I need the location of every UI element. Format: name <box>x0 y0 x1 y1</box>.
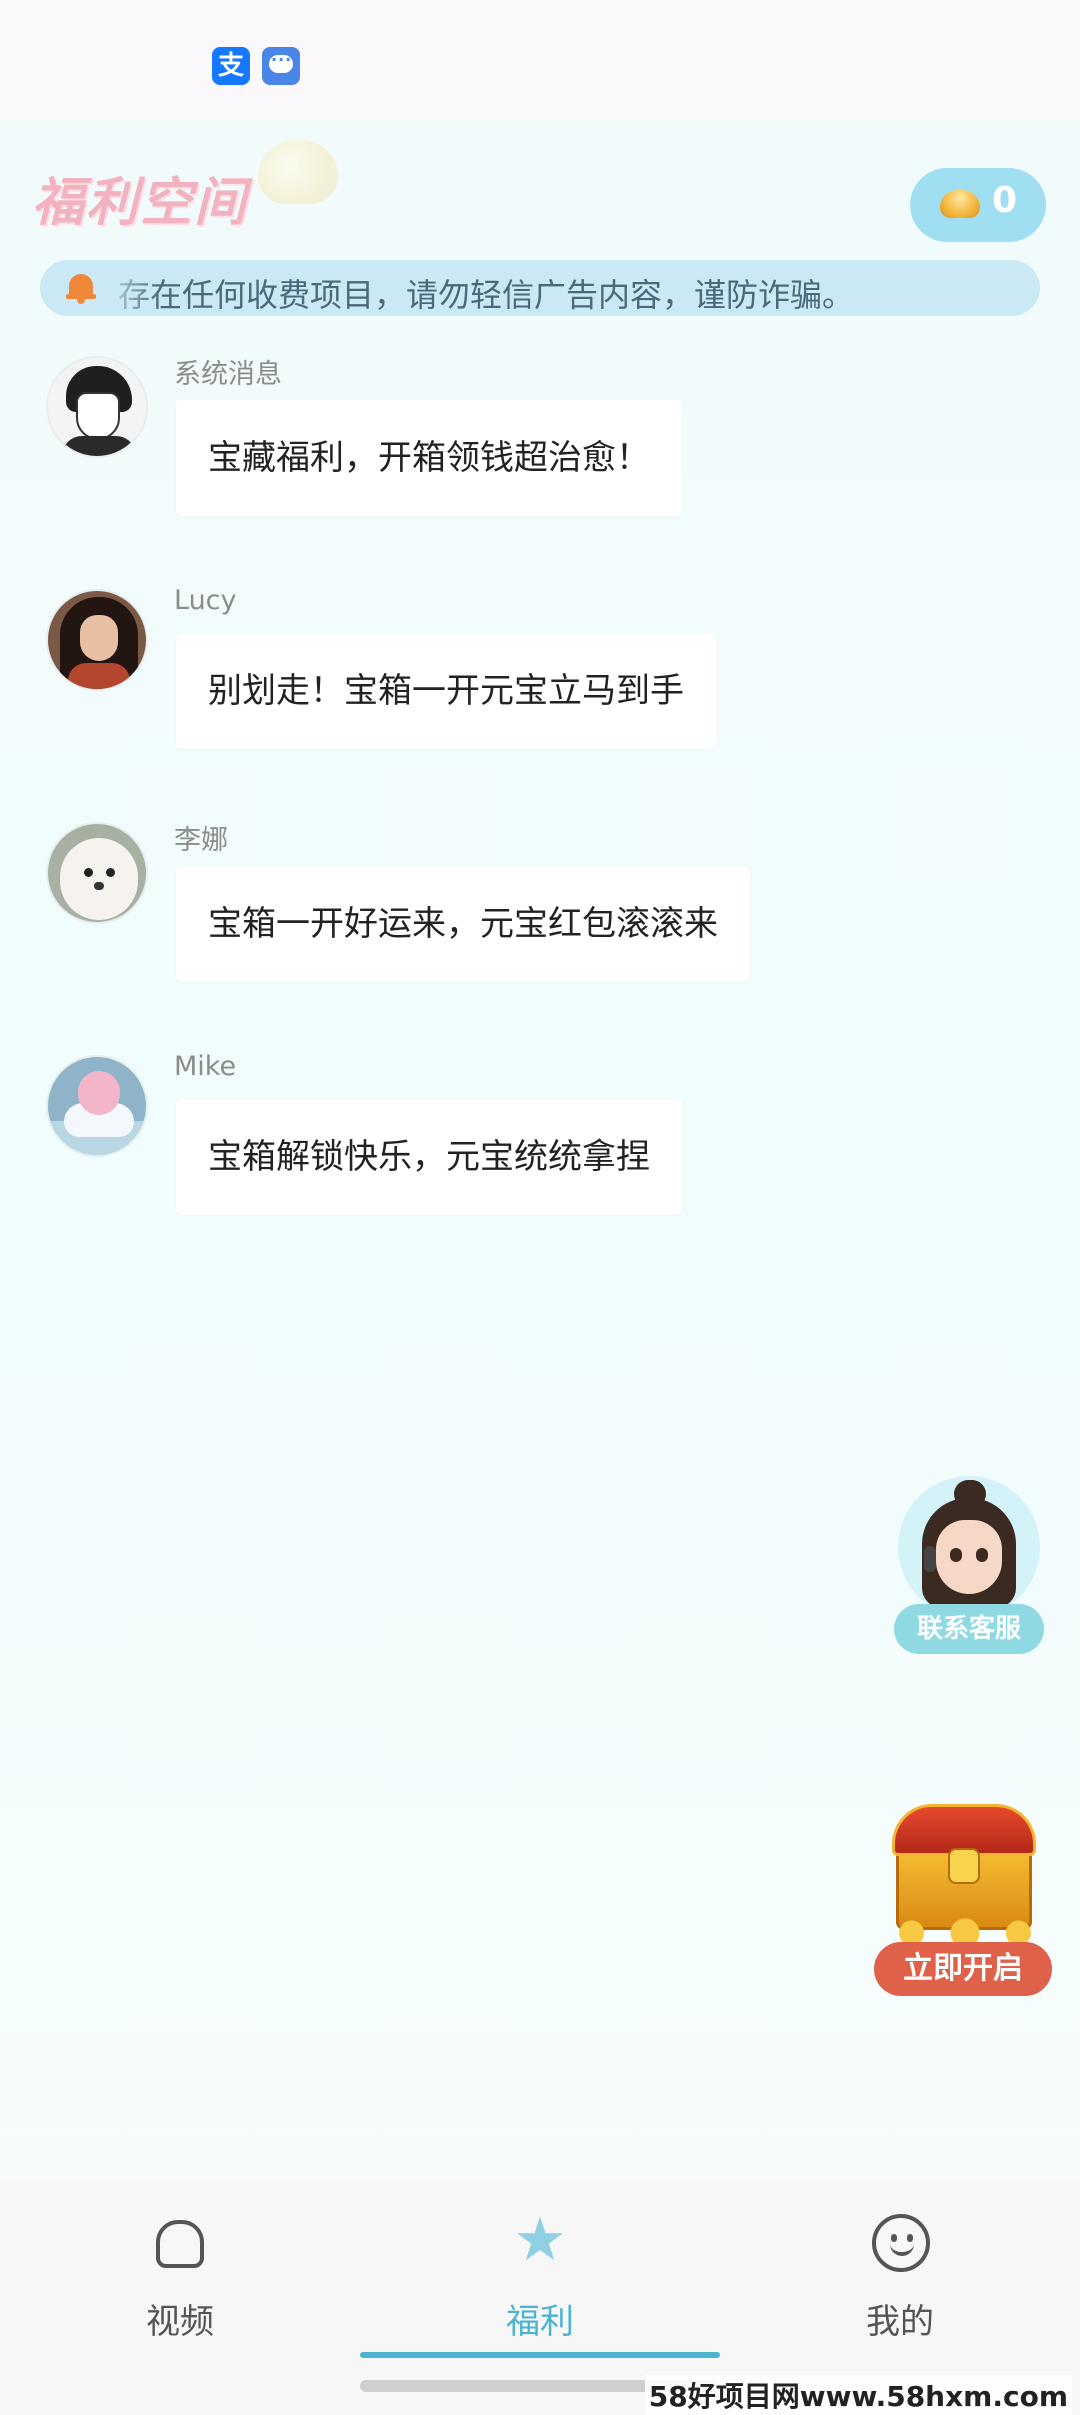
nav-label: 我的 <box>866 2302 934 2342</box>
notice-fade <box>100 260 160 316</box>
agent-avatar <box>898 1476 1040 1618</box>
avatar[interactable] <box>46 356 148 458</box>
welfare-page: 支 福利空间 0 存在任何收费项目，请勿轻信广告内容，谨防诈骗。 系统消息 宝藏… <box>0 0 1080 2415</box>
coin-balance-button[interactable]: 0 <box>910 168 1046 242</box>
bell-icon <box>66 270 96 304</box>
coin-count: 0 <box>992 180 1018 221</box>
avatar[interactable] <box>46 589 148 691</box>
smile-icon <box>872 2214 930 2272</box>
notice-text: 存在任何收费项目，请勿轻信广告内容，谨防诈骗。 <box>118 276 855 314</box>
avatar[interactable] <box>46 1055 148 1157</box>
nav-item-mine[interactable]: 我的 <box>800 2206 1000 2356</box>
header: 福利空间 0 <box>0 120 1080 250</box>
app-logo: 福利空间 <box>32 173 249 233</box>
ingot-icon <box>258 140 338 204</box>
alipay-icon: 支 <box>212 47 250 85</box>
active-tab-indicator <box>360 2352 720 2358</box>
treasure-chest-button[interactable]: 立即开启 <box>870 1790 1060 2000</box>
nav-label: 福利 <box>506 2302 574 2342</box>
sender-name: 系统消息 <box>174 359 282 390</box>
status-bar: 支 <box>0 0 1080 120</box>
chest-lock-icon <box>948 1848 980 1884</box>
customer-service-button[interactable]: 联系客服 <box>894 1476 1044 1656</box>
message-bubble: 宝箱一开好运来，元宝红包滚滚来 <box>176 866 750 982</box>
gold-ingot-icon <box>940 190 980 218</box>
nav-item-welfare[interactable]: ★ 福利 <box>440 2206 640 2356</box>
message-bubble: 宝箱解锁快乐，元宝统统拿捏 <box>176 1099 682 1215</box>
message-icon <box>262 47 300 85</box>
sender-name: 李娜 <box>174 825 228 856</box>
star-icon: ★ <box>513 2205 567 2275</box>
home-icon <box>152 2216 208 2272</box>
nav-label: 视频 <box>146 2302 214 2342</box>
open-now-label: 立即开启 <box>874 1942 1052 1996</box>
notice-bar: 存在任何收费项目，请勿轻信广告内容，谨防诈骗。 <box>40 260 1040 316</box>
sender-name: Lucy <box>174 585 237 616</box>
sender-name: Mike <box>174 1051 237 1082</box>
customer-service-label: 联系客服 <box>894 1604 1044 1654</box>
watermark: 58好项目网www.58hxm.com <box>644 2375 1072 2415</box>
message-bubble: 宝藏福利，开箱领钱超治愈！ <box>176 400 682 516</box>
nav-item-video[interactable]: 视频 <box>80 2206 280 2356</box>
avatar[interactable] <box>46 822 148 924</box>
message-bubble: 别划走！宝箱一开元宝立马到手 <box>176 633 716 749</box>
